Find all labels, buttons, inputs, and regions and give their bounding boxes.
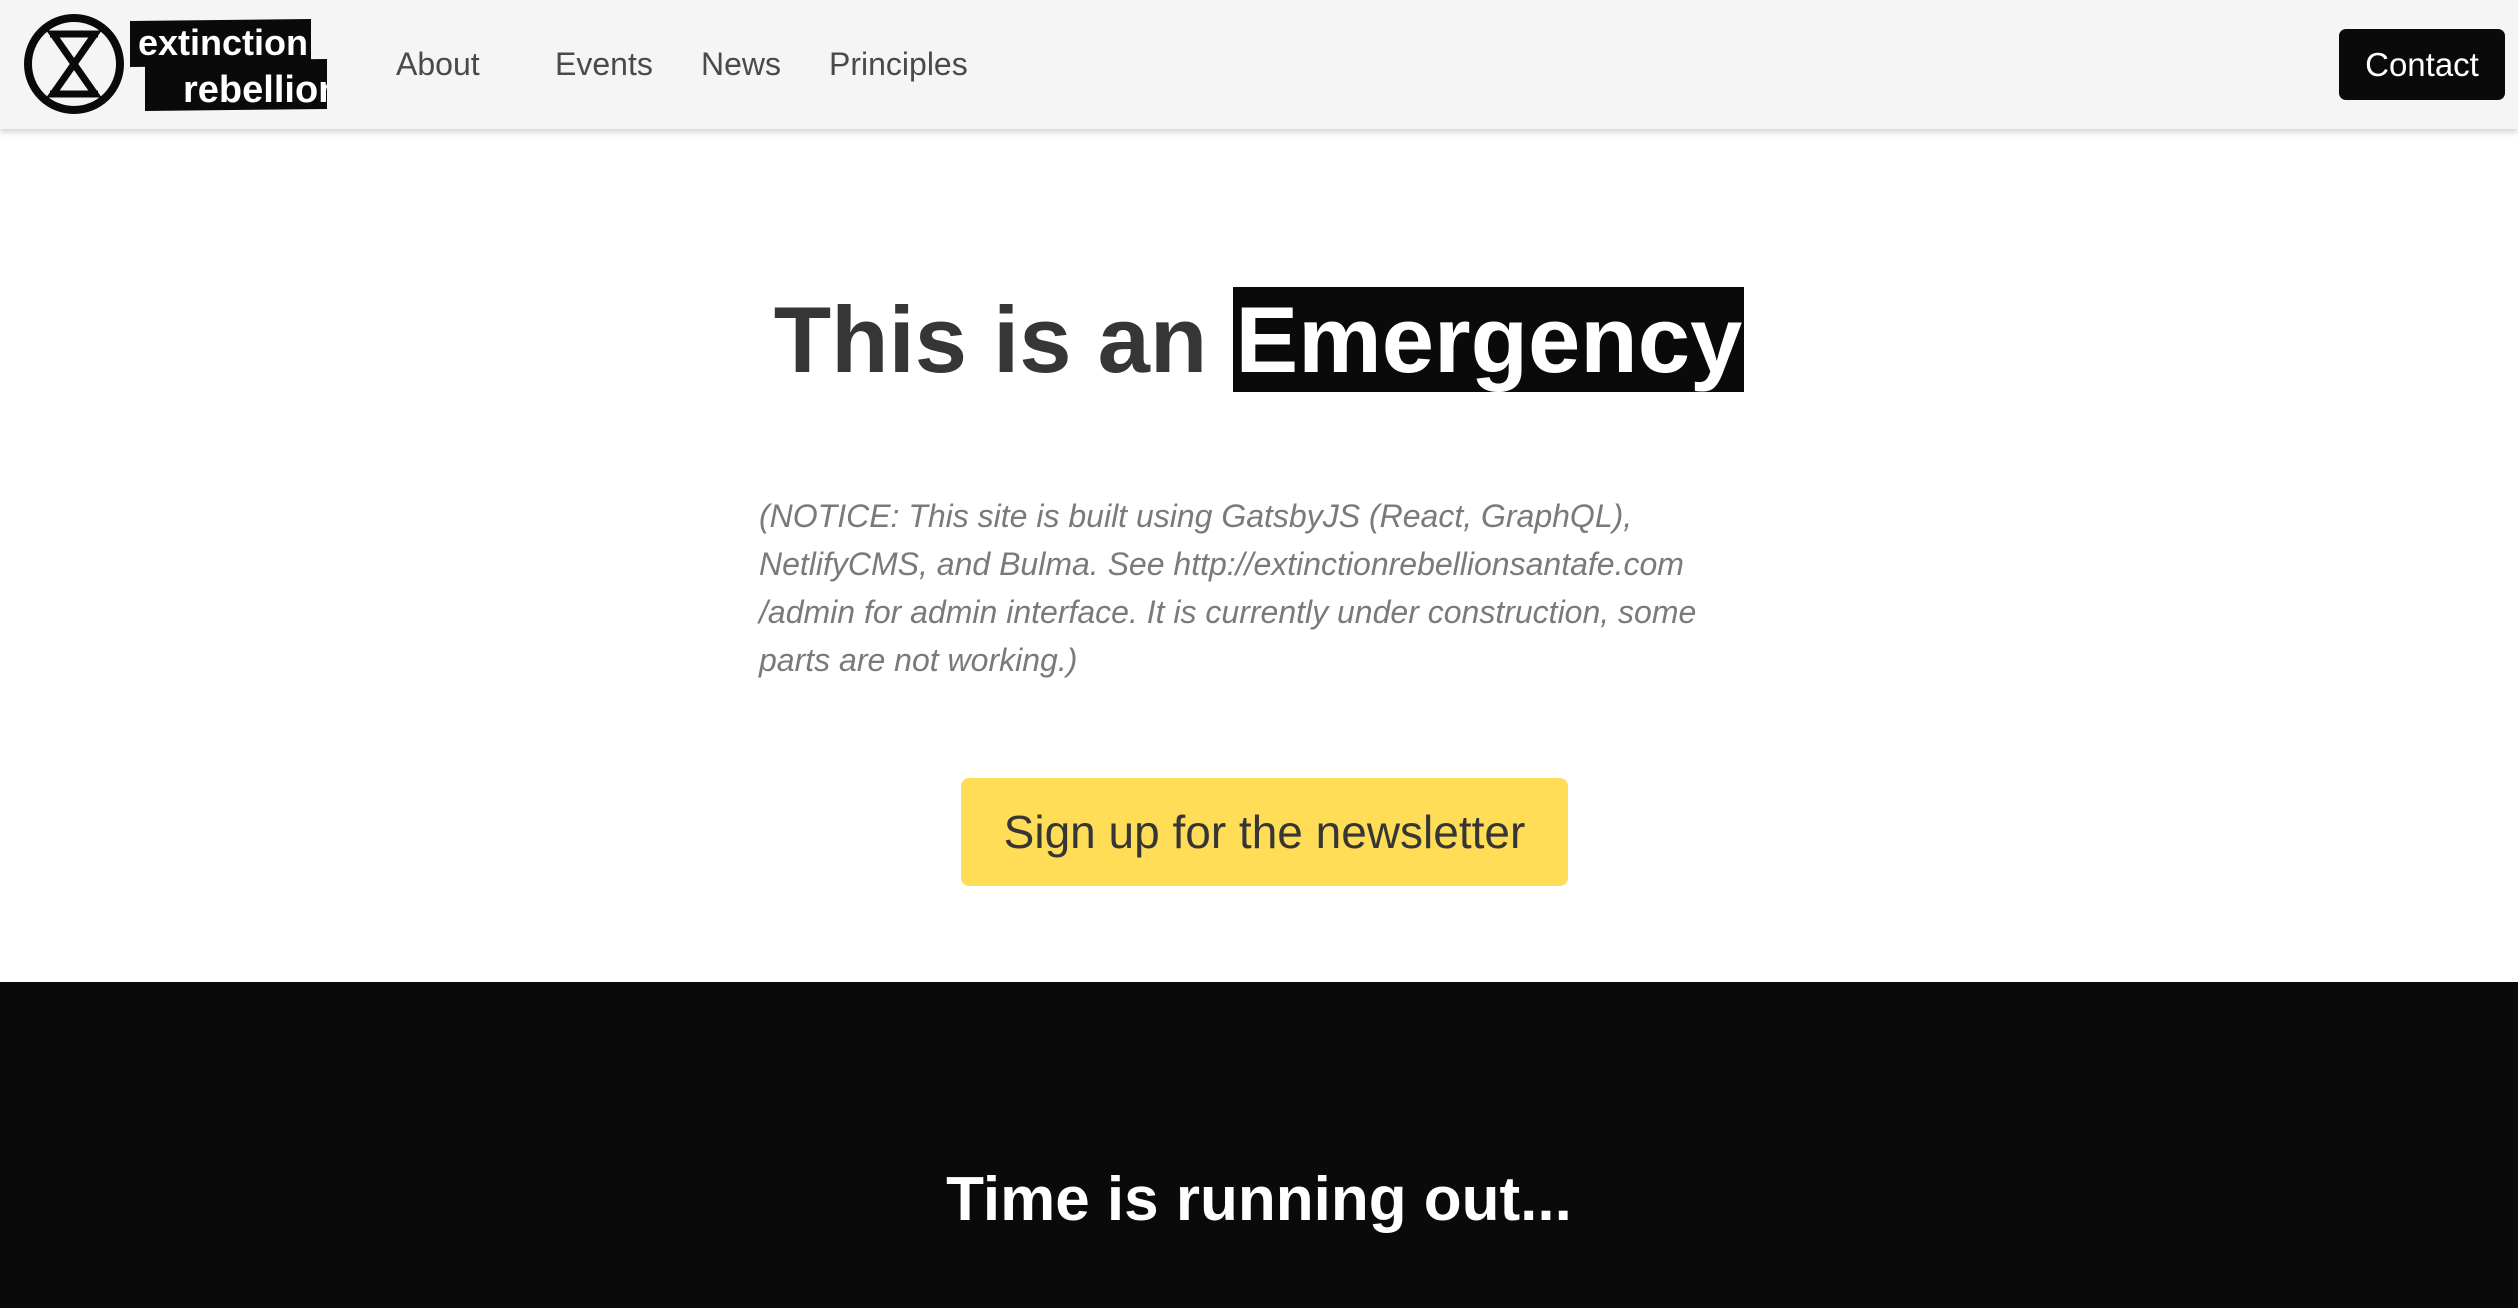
svg-text:rebellion: rebellion	[183, 69, 327, 111]
svg-text:extinction: extinction	[138, 22, 308, 63]
nav-item-news[interactable]: News	[701, 40, 781, 88]
hourglass-circle-icon	[24, 14, 124, 114]
nav-item-about[interactable]: About	[396, 40, 480, 88]
navbar: extinction rebellion About Events News P…	[0, 0, 2518, 129]
time-running-out-section: Time is running out...	[0, 982, 2518, 1308]
nav-item-principles[interactable]: Principles	[829, 40, 968, 88]
extinction-rebellion-logo: extinction rebellion	[24, 14, 327, 114]
hero-title-prefix: This is an	[773, 287, 1234, 392]
newsletter-signup-button[interactable]: Sign up for the newsletter	[961, 778, 1568, 886]
hero-title: This is an Emergency	[0, 283, 2518, 397]
construction-notice: (NOTICE: This site is built using Gatsby…	[759, 498, 1697, 678]
section-title: Time is running out...	[946, 1165, 1572, 1234]
contact-button[interactable]: Contact	[2339, 29, 2505, 100]
nav-item-events[interactable]: Events	[555, 40, 653, 88]
hero-title-highlight: Emergency	[1233, 287, 1745, 392]
